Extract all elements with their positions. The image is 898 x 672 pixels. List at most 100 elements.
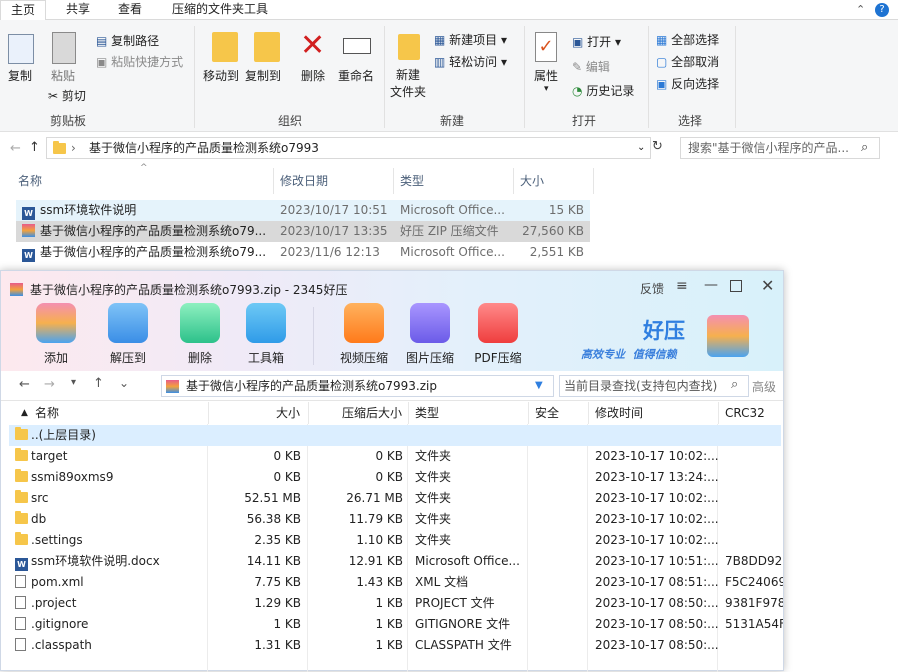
easy-access-button[interactable]: ▥ 轻松访问 ▾ [434,53,507,70]
entry-type: XML 文档 [415,575,469,589]
address-bar[interactable]: › 基于微信小程序的产品质量检测系统o7993 ⌄ [46,137,651,159]
file-size: 15 KB [548,203,584,217]
file-row[interactable]: W ssm环境软件说明 2023/10/17 10:51 Microsoft O… [16,200,590,221]
address-dropdown-icon[interactable]: ⌄ [637,138,645,158]
history-dropdown-icon[interactable]: ▾ [71,377,76,388]
file-type: 好压 ZIP 压缩文件 [400,224,499,238]
history-button[interactable]: ◔ 历史记录 [572,82,634,99]
copy-to-button[interactable]: 复制到 [245,67,281,84]
pdf-compress-button[interactable]: PDF压缩 [466,303,530,366]
word-icon: W [22,207,35,220]
ribbon-collapse-icon[interactable]: ⌃ [856,3,865,16]
archive-row[interactable]: .settings 2.35 KB 1.10 KB 文件夹 2023-10-17 10:… [9,530,781,551]
archive-search-input[interactable]: 当前目录查找(支持包内查找) [559,375,749,397]
tab-home[interactable]: 主页 [0,0,47,21]
open-button[interactable]: ▣ 打开 ▾ [572,33,621,50]
archive-row[interactable]: .classpath 1.31 KB 1 KB CLASSPATH 文件 2023-10… [9,635,781,656]
select-all-button[interactable]: ▦ 全部选择 [656,31,719,48]
folder-icon [15,532,28,545]
column-header-size[interactable]: 大小 [514,168,594,194]
archive-row[interactable]: src 52.51 MB 26.71 MB 文件夹 2023-10-17 10:02:.… [9,488,781,509]
invert-selection-button[interactable]: ▣ 反向选择 [656,75,719,92]
cut-button[interactable]: ✂ 剪切 [48,87,86,104]
entry-crc32: 7B8DD928 [725,554,783,568]
file-row[interactable]: 基于微信小程序的产品质量检测系统o79... 2023/10/17 13:35 … [16,221,590,242]
new-item-label: 新建项目 [449,33,498,47]
copy-button[interactable]: 复制 [8,67,32,84]
file-row[interactable]: W 基于微信小程序的产品质量检测系统o79... 2023/11/6 12:13… [16,242,590,263]
entry-packed-size: 0 KB [375,449,403,463]
group-label-select: 选择 [678,114,703,128]
view-dropdown-icon[interactable]: ⌄ [119,376,129,390]
back-icon[interactable]: ← [19,377,30,392]
archive-row[interactable]: db 56.38 KB 11.79 KB 文件夹 2023-10-17 10:02:..… [9,509,781,530]
file-name: 基于微信小程序的产品质量检测系统o79... [40,224,267,238]
close-icon[interactable]: ✕ [761,276,774,295]
path-box[interactable]: 基于微信小程序的产品质量检测系统o7993.zip ▼ [161,375,554,397]
feedback-link[interactable]: 反馈 [640,280,664,297]
archive-row[interactable]: pom.xml 7.75 KB 1.43 KB XML 文档 2023-10-17 08… [9,572,783,593]
paste-button[interactable]: 粘贴 [51,67,75,84]
delete-button[interactable]: 删除 [301,67,325,84]
up-icon[interactable]: ↑ [29,140,40,155]
archive-row[interactable]: ..(上层目录) [9,425,781,446]
forward-icon[interactable]: → [44,377,55,392]
column-header-date[interactable]: 修改日期 [274,168,394,194]
path-dropdown-icon[interactable]: ▼ [535,376,543,396]
column-header-name[interactable]: 名称 [12,168,274,194]
column-header-crc32[interactable]: CRC32 [719,402,783,424]
toolbox-button[interactable]: 工具箱 [236,303,296,366]
archive-row[interactable]: .project 1.29 KB 1 KB PROJECT 文件 2023-10-17 … [9,593,783,614]
column-header-name[interactable]: ▲ 名称 [9,402,209,424]
move-to-button[interactable]: 移动到 [203,67,239,84]
refresh-icon[interactable]: ↻ [652,139,663,154]
advanced-search-link[interactable]: 高级 [752,378,776,395]
paste-shortcut-button[interactable]: ▣ 粘贴快捷方式 [96,53,183,70]
breadcrumb-separator-icon: › [71,141,76,155]
entry-modified: 2023-10-17 10:02:... [595,533,719,547]
delete-archive-button[interactable]: 删除 [170,303,230,366]
archive-row[interactable]: Wssm环境软件说明.docx 14.11 KB 12.91 KB Microsoft… [9,551,783,572]
folder-icon [15,448,28,461]
up-icon[interactable]: ↑ [93,376,104,391]
properties-dropdown-icon[interactable]: ▾ [544,84,549,94]
new-item-button[interactable]: ▦ 新建项目 ▾ [434,31,507,48]
copy-path-button[interactable]: ▤ 复制路径 [96,32,159,49]
entry-name: .classpath [31,638,92,652]
help-icon[interactable]: ? [875,3,889,17]
rename-button[interactable]: 重命名 [338,67,374,84]
tab-compressed-tools[interactable]: 压缩的文件夹工具 [162,0,278,20]
column-header-modified[interactable]: 修改时间 [589,402,719,424]
entry-packed-size: 1 KB [375,617,403,631]
delete-icon: ✕ [300,28,326,63]
file-name: ssm环境软件说明 [40,203,137,217]
tab-share[interactable]: 共享 [56,0,100,20]
column-header-type[interactable]: 类型 [394,168,514,194]
archive-row[interactable]: ssmi89oxms9 0 KB 0 KB 文件夹 2023-10-17 13:24:.… [9,467,781,488]
zip-icon [22,224,35,237]
back-icon[interactable]: ← [10,141,21,156]
maximize-icon[interactable] [730,280,742,292]
column-header-security[interactable]: 安全 [529,402,589,424]
column-header-type[interactable]: 类型 [409,402,529,424]
archive-row[interactable]: .gitignore 1 KB 1 KB GITIGNORE 文件 2023-10-17… [9,614,783,635]
video-compress-button[interactable]: 视频压缩 [334,303,394,366]
add-button[interactable]: 添加 [26,303,86,366]
search-input[interactable]: 搜索"基于微信小程序的产品... [680,137,880,159]
entry-modified: 2023-10-17 10:02:... [595,512,719,526]
tab-view[interactable]: 查看 [108,0,152,20]
extract-to-button[interactable]: 解压到 [98,303,158,366]
properties-button[interactable]: 属性 [534,67,558,84]
column-header-size[interactable]: 大小 [209,402,309,424]
image-compress-button[interactable]: 图片压缩 [400,303,460,366]
new-folder-button[interactable]: 新建 文件夹 [390,67,426,101]
archive-row[interactable]: target 0 KB 0 KB 文件夹 2023-10-17 10:02:... [9,446,781,467]
minimize-icon[interactable]: — [704,277,718,293]
column-header-packed[interactable]: 压缩后大小 [309,402,409,424]
menu-icon[interactable]: ≡ [676,278,688,294]
edit-button[interactable]: ✎ 编辑 [572,58,610,75]
select-none-button[interactable]: ▢ 全部取消 [656,53,719,70]
entry-size: 1 KB [273,617,301,631]
scissors-icon: ✂ [48,89,59,103]
entry-modified: 2023-10-17 10:02:... [595,449,719,463]
